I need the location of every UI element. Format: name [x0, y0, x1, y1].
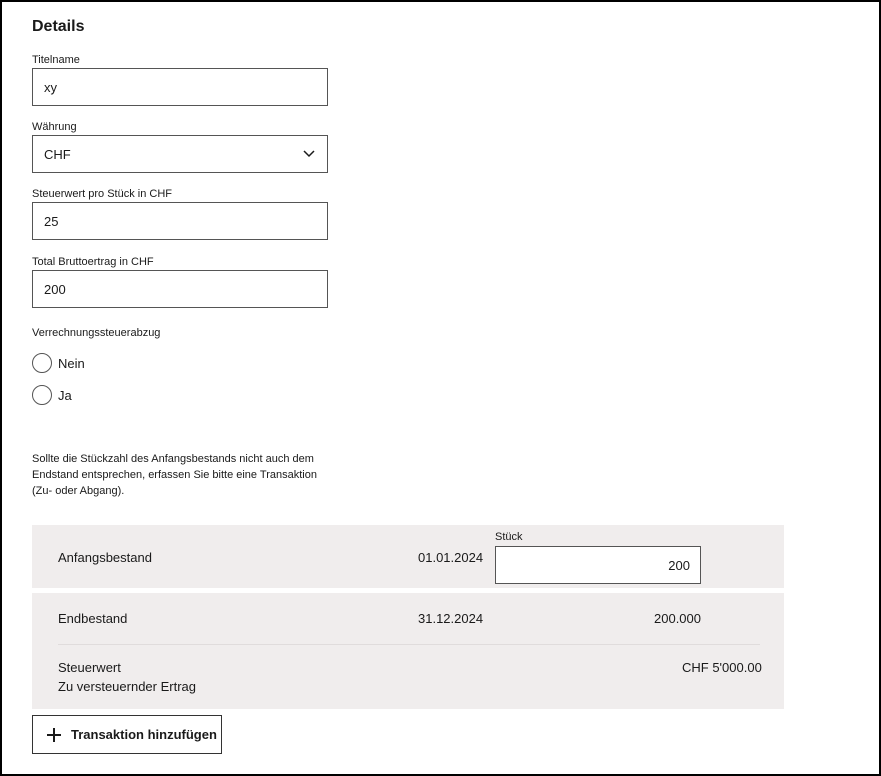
- plus-icon: [47, 727, 61, 742]
- tax-value-amount: CHF 5'000.00: [682, 660, 762, 675]
- opening-date: 01.01.2024: [418, 550, 484, 565]
- titlename-input[interactable]: xy: [32, 68, 328, 106]
- opening-label: Anfangsbestand: [58, 550, 152, 565]
- currency-select[interactable]: CHF: [32, 135, 328, 173]
- currency-value: CHF: [44, 146, 71, 162]
- closing-balance-panel: Endbestand 31.12.2024 200.000 Steuerwert…: [32, 593, 784, 709]
- closing-date: 31.12.2024: [418, 611, 484, 626]
- add-transaction-label: Transaktion hinzufügen: [71, 727, 217, 742]
- tax-value-label: Steuerwert pro Stück in CHF: [32, 188, 172, 200]
- chevron-down-icon: [302, 147, 316, 161]
- radio-nein-label: Nein: [58, 355, 85, 371]
- divider: [58, 644, 760, 645]
- withholding-label: Verrechnungssteuerabzug: [32, 327, 161, 339]
- quantity-label: Stück: [495, 531, 523, 543]
- tax-value-row-label: Steuerwert: [58, 660, 121, 675]
- closing-label: Endbestand: [58, 611, 128, 626]
- radio-nein[interactable]: [32, 353, 52, 373]
- info-text: Sollte die Stückzahl des Anfangsbestands…: [32, 453, 317, 497]
- section-title: Details: [32, 18, 85, 35]
- radio-option-ja[interactable]: Ja: [32, 385, 72, 405]
- add-transaction-button[interactable]: Transaktion hinzufügen: [32, 715, 222, 754]
- gross-income-label: Total Bruttoertrag in CHF: [32, 256, 154, 268]
- tax-value-input[interactable]: 25: [32, 202, 328, 240]
- radio-ja-label: Ja: [58, 387, 72, 403]
- currency-label: Währung: [32, 121, 77, 133]
- quantity-input[interactable]: 200: [495, 546, 701, 584]
- radio-option-nein[interactable]: Nein: [32, 353, 85, 373]
- taxable-income-label: Zu versteuernder Ertrag: [58, 679, 197, 694]
- opening-balance-row: Anfangsbestand 01.01.2024 Stück 200: [32, 525, 784, 588]
- tax-value-value: 25: [44, 213, 59, 229]
- gross-income-input[interactable]: 200: [32, 270, 328, 308]
- closing-quantity: 200.000: [654, 611, 701, 626]
- quantity-value: 200: [668, 557, 690, 573]
- gross-income-value: 200: [44, 281, 66, 297]
- titlename-value: xy: [44, 79, 57, 95]
- titlename-label: Titelname: [32, 54, 80, 66]
- radio-ja[interactable]: [32, 385, 52, 405]
